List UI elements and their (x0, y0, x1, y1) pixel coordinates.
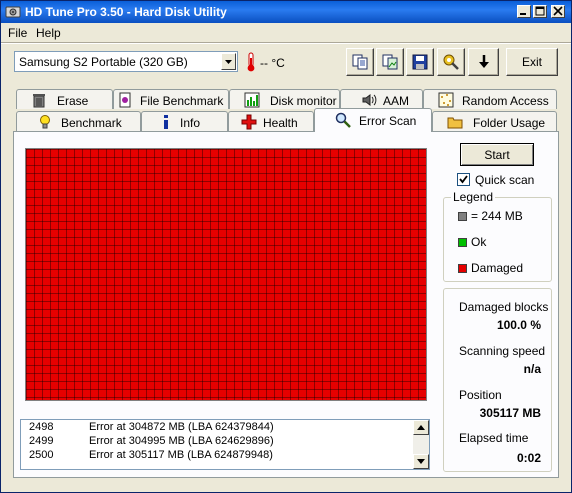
file-benchmark-icon (119, 92, 131, 108)
minimize-button[interactable] (517, 5, 531, 18)
download-button[interactable] (468, 48, 499, 76)
close-button[interactable] (551, 5, 565, 18)
random-access-icon (438, 92, 454, 108)
arrow-up-icon (417, 425, 425, 430)
save-button[interactable] (406, 48, 434, 76)
list-item[interactable]: 2499 Error at 304995 MB (LBA 624629896) (21, 435, 411, 449)
legend-title: Legend (451, 190, 496, 204)
exit-button[interactable]: Exit (506, 48, 558, 76)
minimize-icon (520, 13, 526, 15)
drive-select-value: Samsung S2 Portable (320 GB) (19, 55, 188, 69)
error-log-list[interactable]: 2498 Error at 304872 MB (LBA 624379844) … (20, 419, 430, 470)
magnifier-icon (335, 112, 351, 128)
scanning-speed-label: Scanning speed (459, 344, 546, 358)
close-icon (553, 6, 563, 16)
start-button-label: Start (484, 147, 510, 162)
copy-text-button[interactable] (346, 48, 374, 76)
elapsed-time-label: Elapsed time (459, 431, 529, 445)
tab-disk-monitor[interactable]: Disk monitor (229, 89, 340, 109)
tab-label: File Benchmark (140, 94, 224, 108)
options-icon (443, 54, 459, 70)
block-map (25, 148, 427, 401)
scroll-up-button[interactable] (413, 420, 429, 435)
tab-label: Info (180, 116, 201, 130)
trash-icon (33, 94, 45, 108)
download-icon (478, 55, 489, 68)
tab-label: Erase (57, 94, 89, 108)
tab-folder-usage[interactable]: Folder Usage (432, 111, 557, 131)
tab-random-access[interactable]: Random Access (423, 89, 557, 109)
drive-select[interactable]: Samsung S2 Portable (320 GB) (14, 51, 238, 72)
tab-label: Health (263, 116, 298, 130)
tab-benchmark[interactable]: Benchmark (16, 111, 141, 131)
window-title: HD Tune Pro 3.50 - Hard Disk Utility (25, 5, 227, 19)
block-map-grid (26, 149, 426, 400)
save-icon (412, 54, 428, 70)
stats-group: Damaged blocks 100.0 % Scanning speed n/… (443, 288, 552, 472)
legend-group: Legend = 244 MB Ok Damaged (443, 190, 552, 282)
menu-separator (1, 42, 571, 44)
start-button[interactable]: Start (460, 143, 534, 166)
position-label: Position (459, 388, 502, 402)
scroll-down-button[interactable] (413, 454, 429, 469)
drive-select-dropdown-button[interactable] (221, 53, 236, 70)
menu-file[interactable]: File (8, 26, 27, 40)
copy-screenshot-icon (382, 54, 398, 70)
maximize-button[interactable] (533, 5, 547, 18)
legend-swatch-red (458, 264, 467, 273)
tab-label: Error Scan (359, 114, 417, 128)
damaged-blocks-value: 100.0 % (496, 318, 541, 332)
copy-screenshot-button[interactable] (376, 48, 404, 76)
damaged-blocks-label: Damaged blocks (459, 300, 549, 314)
tab-file-benchmark[interactable]: File Benchmark (113, 89, 229, 109)
hdd-app-icon (5, 6, 21, 18)
tab-label: Random Access (462, 94, 549, 108)
options-button[interactable] (437, 48, 465, 76)
temperature-readout: -- °C (260, 56, 285, 70)
copy-text-icon (352, 54, 368, 70)
menu-bar: File Help (1, 23, 571, 42)
tab-error-scan[interactable]: Error Scan (314, 108, 432, 132)
info-icon (164, 115, 168, 129)
quick-scan-checkbox[interactable] (457, 173, 470, 186)
arrow-down-icon (417, 459, 425, 464)
tab-label: Folder Usage (473, 116, 546, 130)
app-window: HD Tune Pro 3.50 - Hard Disk Utility Fil… (0, 0, 572, 493)
lightbulb-icon (40, 115, 50, 129)
legend-swatch-green (458, 238, 467, 247)
title-bar[interactable]: HD Tune Pro 3.50 - Hard Disk Utility (1, 1, 571, 23)
checkmark-icon (459, 175, 468, 184)
folder-icon (447, 117, 463, 129)
log-scrollbar[interactable] (413, 420, 429, 469)
chevron-down-icon (225, 60, 232, 64)
tab-info[interactable]: Info (141, 111, 228, 131)
thermometer-icon (247, 52, 255, 72)
tab-label: Benchmark (61, 116, 122, 130)
position-value: 305117 MB (479, 406, 541, 420)
tab-health[interactable]: Health (228, 111, 314, 131)
quick-scan-label[interactable]: Quick scan (475, 173, 534, 187)
menu-help[interactable]: Help (36, 26, 61, 40)
tab-label: AAM (383, 94, 410, 108)
maximize-icon (535, 6, 545, 16)
elapsed-time-value: 0:02 (516, 451, 541, 465)
tab-erase[interactable]: Erase (16, 89, 113, 109)
exit-button-label: Exit (521, 55, 542, 69)
tab-label: Disk monitor (270, 94, 337, 108)
list-item[interactable]: 2500 Error at 305117 MB (LBA 624879948) (21, 449, 411, 463)
speaker-icon (362, 94, 377, 106)
legend-swatch-gray (458, 212, 467, 221)
scanning-speed-value: n/a (523, 362, 541, 376)
health-cross-icon (241, 114, 257, 130)
list-item[interactable]: 2498 Error at 304872 MB (LBA 624379844) (21, 421, 411, 435)
tab-aam[interactable]: AAM (340, 89, 423, 109)
disk-monitor-icon (244, 92, 260, 108)
